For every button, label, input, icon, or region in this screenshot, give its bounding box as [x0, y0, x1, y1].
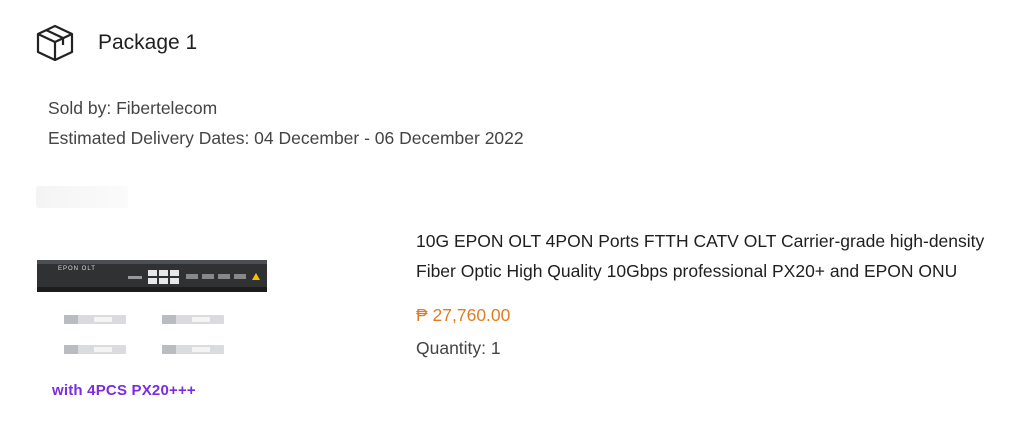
- product-quantity: Quantity: 1: [416, 338, 501, 358]
- product-info: 10G EPON OLT 4PON Ports FTTH CATV OLT Ca…: [416, 226, 996, 359]
- package-header: Package 1: [34, 22, 197, 64]
- device-label: EPON OLT: [58, 266, 96, 272]
- olt-device-illustration: [37, 260, 267, 292]
- image-caption: with 4PCS PX20+++: [52, 382, 196, 399]
- product-image[interactable]: EPON OLT with 4PCS PX20+++: [30, 180, 290, 410]
- sfp-module-image: [64, 315, 126, 324]
- sfp-module-image: [162, 345, 224, 354]
- order-package-card: Package 1 Sold by: Fibertelecom Estimate…: [0, 0, 1024, 442]
- sfp-module-image: [64, 345, 126, 354]
- sfp-module-image: [162, 315, 224, 324]
- package-title: Package 1: [98, 31, 198, 54]
- package-box-icon: [36, 24, 74, 62]
- product-name-link[interactable]: 10G EPON OLT 4PON Ports FTTH CATV OLT Ca…: [416, 226, 996, 286]
- delivery-dates-text: Estimated Delivery Dates: 04 December - …: [48, 128, 524, 148]
- seller-text: Sold by: Fibertelecom: [48, 98, 218, 118]
- product-price: ₱ 27,760.00: [416, 305, 511, 325]
